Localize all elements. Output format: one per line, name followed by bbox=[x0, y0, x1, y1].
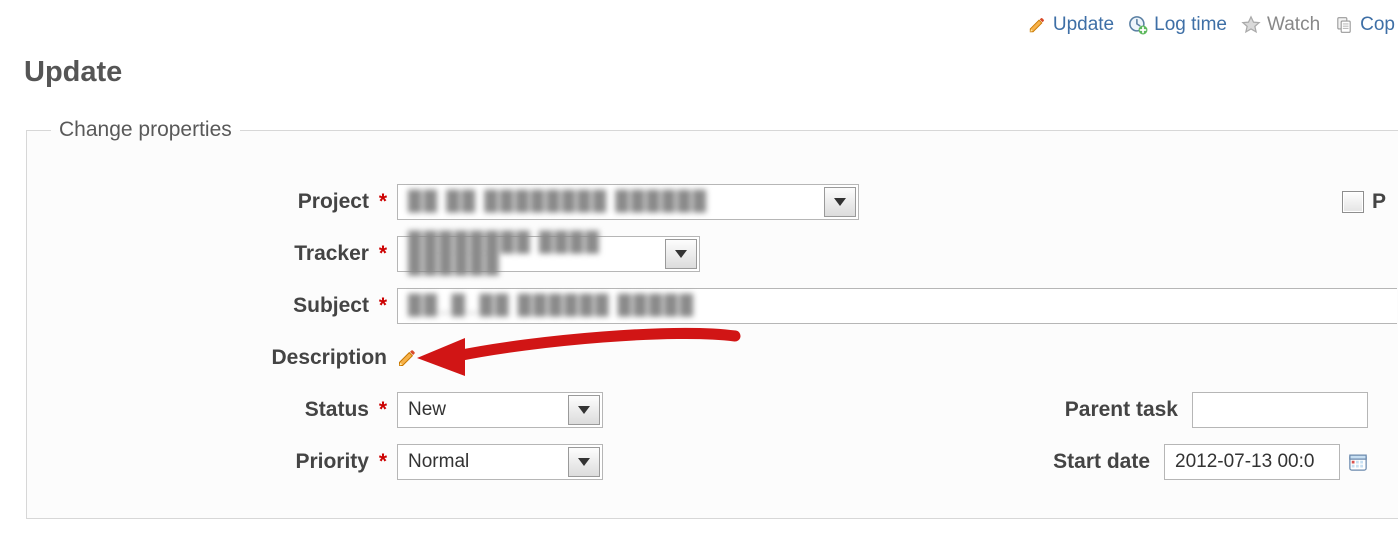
start-date-input[interactable]: 2012-07-13 00:0 bbox=[1164, 444, 1340, 480]
action-update-label: Update bbox=[1053, 14, 1114, 36]
project-select-value: ██ ██ ████████ ██████ bbox=[408, 191, 708, 213]
subject-input-value: ██_█_██ ██████ █████ bbox=[408, 295, 695, 317]
label-description: Description bbox=[27, 346, 397, 370]
required-marker: * bbox=[379, 190, 387, 213]
pencil-icon bbox=[397, 348, 417, 368]
page-title: Update bbox=[24, 56, 122, 89]
change-properties-legend: Change properties bbox=[51, 118, 240, 142]
label-start-date: Start date bbox=[1053, 450, 1164, 474]
status-select-value: New bbox=[408, 399, 446, 421]
dropdown-arrow-icon[interactable] bbox=[665, 239, 697, 269]
priority-select-value: Normal bbox=[408, 451, 469, 473]
action-update[interactable]: Update bbox=[1027, 14, 1114, 36]
row-project: Project * ██ ██ ████████ ██████ P bbox=[27, 176, 1398, 228]
subject-input[interactable]: ██_█_██ ██████ █████ bbox=[397, 288, 1397, 324]
action-watch[interactable]: Watch bbox=[1241, 14, 1320, 36]
required-marker: * bbox=[379, 398, 387, 421]
row-tracker: Tracker * ████████ ████ ██████ bbox=[27, 228, 1398, 280]
edit-description-button[interactable] bbox=[397, 348, 417, 368]
action-log-time-label: Log time bbox=[1154, 14, 1227, 36]
private-label-fragment: P bbox=[1372, 190, 1386, 214]
label-project: Project * bbox=[27, 190, 397, 214]
row-subject: Subject * ██_█_██ ██████ █████ bbox=[27, 280, 1398, 332]
dropdown-arrow-icon[interactable] bbox=[568, 447, 600, 477]
required-marker: * bbox=[379, 242, 387, 265]
tracker-select[interactable]: ████████ ████ ██████ bbox=[397, 236, 700, 272]
row-status-parent: Status * New Parent task bbox=[27, 384, 1398, 436]
action-copy-label: Cop bbox=[1360, 14, 1395, 36]
status-select[interactable]: New bbox=[397, 392, 603, 428]
action-copy[interactable]: Cop bbox=[1334, 14, 1395, 36]
change-properties-fieldset: Change properties Project * ██ ██ ██████… bbox=[26, 118, 1398, 519]
row-priority-startdate: Priority * Normal Start date 2012-07-13 … bbox=[27, 436, 1398, 488]
private-checkbox[interactable] bbox=[1342, 191, 1364, 213]
required-marker: * bbox=[379, 450, 387, 473]
label-status: Status * bbox=[27, 398, 397, 422]
dropdown-arrow-icon[interactable] bbox=[824, 187, 856, 217]
dropdown-arrow-icon[interactable] bbox=[568, 395, 600, 425]
issue-action-bar: Update Log time Watch C bbox=[1027, 14, 1395, 36]
row-description: Description bbox=[27, 332, 1398, 384]
parent-task-input[interactable] bbox=[1192, 392, 1368, 428]
clock-plus-icon bbox=[1128, 15, 1148, 35]
label-priority: Priority * bbox=[27, 450, 397, 474]
star-icon bbox=[1241, 15, 1261, 35]
calendar-icon[interactable] bbox=[1348, 452, 1368, 472]
label-tracker: Tracker * bbox=[27, 242, 397, 266]
required-marker: * bbox=[379, 294, 387, 317]
label-parent-task: Parent task bbox=[1065, 398, 1192, 422]
label-subject: Subject * bbox=[27, 294, 397, 318]
action-watch-label: Watch bbox=[1267, 14, 1320, 36]
action-log-time[interactable]: Log time bbox=[1128, 14, 1227, 36]
priority-select[interactable]: Normal bbox=[397, 444, 603, 480]
tracker-select-value: ████████ ████ ██████ bbox=[408, 232, 655, 276]
copy-icon bbox=[1334, 15, 1354, 35]
pencil-icon bbox=[1027, 15, 1047, 35]
private-checkbox-fragment: P bbox=[1342, 190, 1398, 214]
project-select[interactable]: ██ ██ ████████ ██████ bbox=[397, 184, 859, 220]
start-date-value: 2012-07-13 00:0 bbox=[1175, 451, 1314, 473]
